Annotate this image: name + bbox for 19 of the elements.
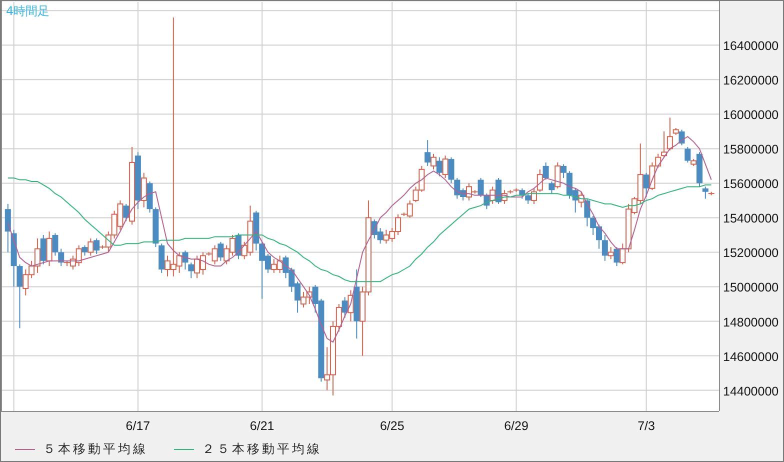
chart-title: 4時間足	[6, 4, 50, 18]
axis-label: 15600000	[723, 177, 779, 192]
axis-label: 15200000	[723, 246, 779, 260]
axis-label: 7/3	[638, 419, 655, 433]
axis-label: 6/21	[250, 419, 274, 433]
axis-label: 6/17	[126, 419, 150, 433]
axis-label: 15400000	[723, 212, 779, 226]
axis-label: 6/29	[504, 419, 528, 433]
legend-label: ２５本移動平均線	[202, 440, 322, 458]
axis-label: 6/25	[380, 419, 404, 433]
axis-label: 15800000	[723, 142, 779, 157]
axis-label: 16400000	[723, 39, 779, 54]
axis-label: 16000000	[723, 108, 779, 122]
axis-label: 16200000	[723, 74, 779, 88]
legend-label: ５本移動平均線	[43, 440, 148, 458]
axis-label: 14400000	[723, 384, 779, 398]
axis-label: 14800000	[723, 315, 779, 330]
axis-label: 14600000	[723, 350, 779, 364]
axis-label: 15000000	[723, 280, 779, 295]
